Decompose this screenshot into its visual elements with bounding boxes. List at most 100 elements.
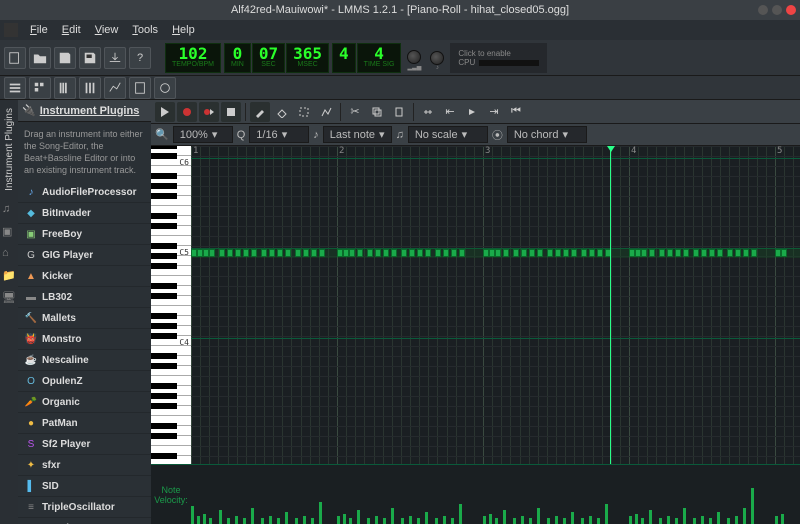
tab-presets-icon[interactable]: ▣ bbox=[2, 225, 16, 239]
velocity-bar[interactable] bbox=[295, 518, 298, 524]
velocity-bar[interactable] bbox=[571, 512, 574, 524]
scale-dropdown[interactable]: No scale▾ bbox=[408, 126, 488, 143]
midi-note[interactable] bbox=[391, 249, 397, 257]
loop-button[interactable] bbox=[462, 102, 482, 122]
note-grid[interactable]: 12345 bbox=[191, 146, 800, 464]
midi-note[interactable] bbox=[495, 249, 501, 257]
loop-begin-button[interactable]: ⇤ bbox=[440, 102, 460, 122]
midi-note[interactable] bbox=[547, 249, 553, 257]
midi-note[interactable] bbox=[727, 249, 733, 257]
velocity-bar[interactable] bbox=[597, 518, 600, 524]
velocity-bar[interactable] bbox=[459, 504, 462, 524]
plugin-item[interactable]: 🔨Mallets bbox=[18, 308, 151, 329]
minimize-icon[interactable] bbox=[758, 5, 768, 15]
velocity-bar[interactable] bbox=[375, 516, 378, 524]
midi-note[interactable] bbox=[451, 249, 457, 257]
plugin-item[interactable]: ▣FreeBoy bbox=[18, 224, 151, 245]
midi-note[interactable] bbox=[563, 249, 569, 257]
quantize-dropdown[interactable]: 1/16▾ bbox=[249, 126, 309, 143]
velocity-bar[interactable] bbox=[483, 516, 486, 524]
midi-note[interactable] bbox=[537, 249, 543, 257]
velocity-bar[interactable] bbox=[197, 516, 200, 524]
stop-button[interactable] bbox=[221, 102, 241, 122]
midi-note[interactable] bbox=[375, 249, 381, 257]
bb-editor-button[interactable] bbox=[29, 77, 51, 99]
playhead[interactable] bbox=[610, 146, 611, 464]
tab-computer-icon[interactable]: 🖥 bbox=[2, 291, 16, 305]
plugin-item[interactable]: 👹Monstro bbox=[18, 329, 151, 350]
velocity-bar[interactable] bbox=[489, 514, 492, 524]
velocity-bar[interactable] bbox=[251, 508, 254, 524]
velocity-bar[interactable] bbox=[743, 508, 746, 524]
timeline-button[interactable] bbox=[418, 102, 438, 122]
loop-end-button[interactable]: ⇥ bbox=[484, 102, 504, 122]
plugin-item[interactable]: ▲Kicker bbox=[18, 266, 151, 287]
plugin-item[interactable]: ▌SID bbox=[18, 476, 151, 497]
plugin-item[interactable]: VVeSTige bbox=[18, 518, 151, 524]
velocity-bar[interactable] bbox=[727, 518, 730, 524]
velocity-bar[interactable] bbox=[209, 518, 212, 524]
midi-note[interactable] bbox=[503, 249, 509, 257]
timesig-den[interactable]: 4TIME SIG bbox=[357, 43, 402, 73]
velocity-bar[interactable] bbox=[781, 514, 784, 524]
midi-note[interactable] bbox=[311, 249, 317, 257]
piano-keys[interactable]: C6C5C4 bbox=[151, 146, 191, 464]
velocity-bar[interactable] bbox=[383, 518, 386, 524]
velocity-bar[interactable] bbox=[357, 510, 360, 524]
notelength-dropdown[interactable]: Last note▾ bbox=[323, 126, 392, 143]
velocity-bar[interactable] bbox=[425, 512, 428, 524]
plugin-item[interactable]: ▬LB302 bbox=[18, 287, 151, 308]
velocity-bar[interactable] bbox=[303, 516, 306, 524]
velocity-bar[interactable] bbox=[547, 518, 550, 524]
new-project-button[interactable] bbox=[4, 47, 26, 69]
velocity-bar[interactable] bbox=[285, 512, 288, 524]
velocity-bar[interactable] bbox=[417, 518, 420, 524]
automation-editor-button[interactable] bbox=[104, 77, 126, 99]
midi-note[interactable] bbox=[319, 249, 325, 257]
midi-note[interactable] bbox=[409, 249, 415, 257]
select-tool-button[interactable] bbox=[294, 102, 314, 122]
plugin-item[interactable]: OOpulenZ bbox=[18, 371, 151, 392]
midi-note[interactable] bbox=[269, 249, 275, 257]
velocity-bar[interactable] bbox=[503, 510, 506, 524]
velocity-bar[interactable] bbox=[635, 514, 638, 524]
midi-note[interactable] bbox=[303, 249, 309, 257]
velocity-bar[interactable] bbox=[261, 518, 264, 524]
velocity-bar[interactable] bbox=[683, 508, 686, 524]
velocity-bar[interactable] bbox=[513, 518, 516, 524]
tempo-display[interactable]: 102 TEMPO/BPM bbox=[165, 43, 221, 73]
velocity-bar[interactable] bbox=[529, 518, 532, 524]
midi-note[interactable] bbox=[571, 249, 577, 257]
midi-note[interactable] bbox=[219, 249, 225, 257]
plugin-item[interactable]: ≡TripleOscillator bbox=[18, 497, 151, 518]
midi-note[interactable] bbox=[435, 249, 441, 257]
velocity-bar[interactable] bbox=[269, 516, 272, 524]
velocity-bar[interactable] bbox=[227, 518, 230, 524]
midi-note[interactable] bbox=[235, 249, 241, 257]
velocity-bar[interactable] bbox=[451, 518, 454, 524]
velocity-bar[interactable] bbox=[555, 516, 558, 524]
velocity-bar[interactable] bbox=[675, 518, 678, 524]
velocity-bar[interactable] bbox=[563, 518, 566, 524]
midi-note[interactable] bbox=[261, 249, 267, 257]
velocity-bar[interactable] bbox=[401, 518, 404, 524]
velocity-bar[interactable] bbox=[667, 516, 670, 524]
menu-view[interactable]: View bbox=[89, 22, 125, 38]
midi-note[interactable] bbox=[227, 249, 233, 257]
midi-note[interactable] bbox=[781, 249, 787, 257]
velocity-bar[interactable] bbox=[775, 516, 778, 524]
midi-note[interactable] bbox=[367, 249, 373, 257]
song-editor-button[interactable] bbox=[4, 77, 26, 99]
menu-help[interactable]: Help bbox=[166, 22, 201, 38]
master-volume-knob[interactable]: ▂▃▅ bbox=[404, 45, 424, 71]
cpu-meter[interactable]: Click to enable CPU bbox=[450, 43, 547, 73]
record-play-button[interactable] bbox=[199, 102, 219, 122]
whatsthis-button[interactable]: ? bbox=[129, 47, 151, 69]
midi-note[interactable] bbox=[513, 249, 519, 257]
plugin-item[interactable]: GGIG Player bbox=[18, 245, 151, 266]
plugin-item[interactable]: ●PatMan bbox=[18, 413, 151, 434]
midi-note[interactable] bbox=[295, 249, 301, 257]
velocity-bar[interactable] bbox=[495, 518, 498, 524]
plugin-item[interactable]: ☕Nescaline bbox=[18, 350, 151, 371]
piano-roll-button[interactable] bbox=[54, 77, 76, 99]
